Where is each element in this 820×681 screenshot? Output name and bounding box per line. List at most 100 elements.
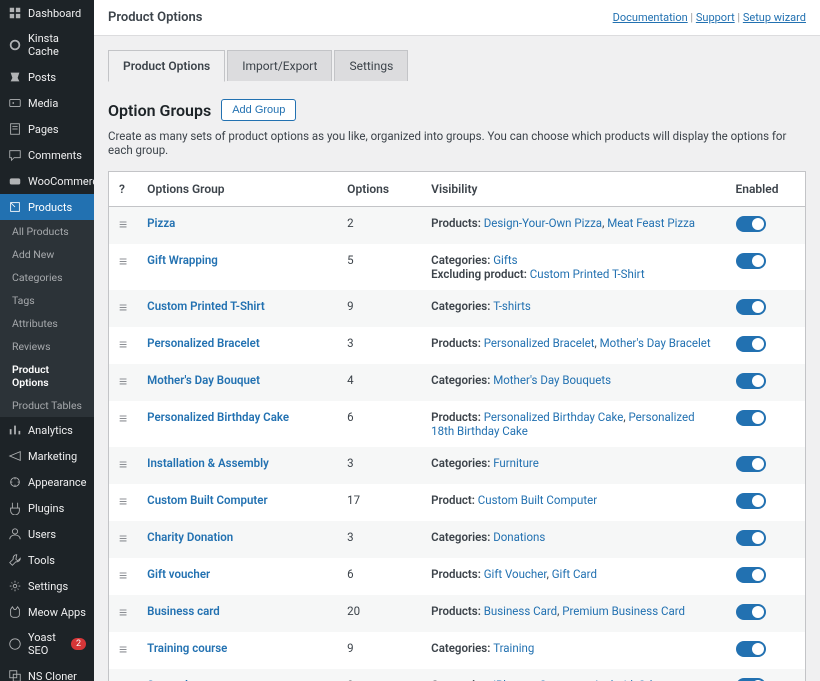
wizard-link[interactable]: Setup wizard: [743, 11, 806, 24]
sidebar-item-ns-cloner[interactable]: NS Cloner: [0, 663, 94, 681]
submenu-item-product-options[interactable]: Product Options: [0, 358, 94, 394]
add-group-button[interactable]: Add Group: [221, 99, 296, 121]
visibility-link[interactable]: Gifts: [493, 253, 517, 267]
group-name-link[interactable]: Charity Donation: [147, 530, 233, 544]
visibility-link[interactable]: Custom Built Computer: [478, 493, 597, 507]
submenu-item-tags[interactable]: Tags: [0, 289, 94, 312]
visibility-link[interactable]: Custom Printed T-Shirt: [530, 267, 645, 281]
enabled-toggle[interactable]: [736, 456, 766, 472]
enabled-toggle[interactable]: [736, 336, 766, 352]
sidebar-item-users[interactable]: Users: [0, 521, 94, 547]
visibility-link[interactable]: Gift Voucher: [484, 567, 547, 581]
visibility-link[interactable]: Meat Feast Pizza: [607, 216, 695, 230]
group-name-link[interactable]: Training course: [147, 641, 227, 655]
enabled-toggle[interactable]: [736, 641, 766, 657]
th-visibility[interactable]: Visibility: [421, 172, 725, 207]
th-name[interactable]: Options Group: [137, 172, 337, 207]
options-count: 20: [337, 595, 421, 632]
enabled-toggle[interactable]: [736, 253, 766, 269]
visibility-link[interactable]: Business Card: [484, 604, 557, 618]
visibility-link[interactable]: Personalized Bracelet: [484, 336, 595, 350]
sidebar-item-meow-apps[interactable]: Meow Apps: [0, 599, 94, 625]
group-name-link[interactable]: Personalized Bracelet: [147, 336, 260, 350]
visibility-link[interactable]: Furniture: [493, 456, 539, 470]
media-icon: [8, 96, 22, 110]
sidebar-item-yoast-seo[interactable]: Yoast SEO2: [0, 625, 94, 663]
group-name-link[interactable]: Business card: [147, 604, 220, 618]
drag-handle-icon[interactable]: ≡: [119, 254, 127, 270]
drag-handle-icon[interactable]: ≡: [119, 531, 127, 547]
tools-icon: [8, 553, 22, 567]
group-name-link[interactable]: Pizza: [147, 216, 175, 230]
submenu-item-reviews[interactable]: Reviews: [0, 335, 94, 358]
tab-import-export[interactable]: Import/Export: [227, 50, 332, 81]
visibility-link[interactable]: Mother's Day Bracelet: [600, 336, 711, 350]
doc-link[interactable]: Documentation: [613, 11, 688, 24]
group-name-link[interactable]: Personalized Birthday Cake: [147, 410, 289, 424]
submenu-item-all-products[interactable]: All Products: [0, 220, 94, 243]
enabled-toggle[interactable]: [736, 410, 766, 426]
enabled-toggle[interactable]: [736, 567, 766, 583]
drag-handle-icon[interactable]: ≡: [119, 300, 127, 316]
tab-settings[interactable]: Settings: [334, 50, 408, 81]
page-header: Product Options Documentation | Support …: [94, 0, 820, 36]
sidebar-item-analytics[interactable]: Analytics: [0, 417, 94, 443]
submenu-item-categories[interactable]: Categories: [0, 266, 94, 289]
enabled-toggle[interactable]: [736, 493, 766, 509]
drag-handle-icon[interactable]: ≡: [119, 494, 127, 510]
visibility-link[interactable]: Design-Your-Own Pizza: [484, 216, 602, 230]
submenu-item-add-new[interactable]: Add New: [0, 243, 94, 266]
sidebar-item-dashboard[interactable]: Dashboard: [0, 0, 94, 26]
sidebar-item-kinsta-cache[interactable]: Kinsta Cache: [0, 26, 94, 64]
group-name-link[interactable]: Custom Printed T-Shirt: [147, 299, 265, 313]
group-name-link[interactable]: Installation & Assembly: [147, 456, 269, 470]
th-options[interactable]: Options: [337, 172, 421, 207]
visibility-link[interactable]: Gift Card: [552, 567, 597, 581]
drag-handle-icon[interactable]: ≡: [119, 337, 127, 353]
drag-handle-icon[interactable]: ≡: [119, 374, 127, 390]
submenu-item-product-tables[interactable]: Product Tables: [0, 394, 94, 417]
visibility-link[interactable]: Donations: [493, 530, 545, 544]
enabled-toggle[interactable]: [736, 530, 766, 546]
sidebar-item-comments[interactable]: Comments: [0, 142, 94, 168]
sidebar-item-pages[interactable]: Pages: [0, 116, 94, 142]
enabled-toggle[interactable]: [736, 604, 766, 620]
visibility-label: Products:: [431, 216, 484, 230]
visibility-label: Products:: [431, 410, 484, 424]
sidebar-item-plugins[interactable]: Plugins: [0, 495, 94, 521]
tab-product-options[interactable]: Product Options: [108, 50, 225, 82]
visibility-link[interactable]: T-shirts: [493, 299, 531, 313]
table-row: ≡Gift Wrapping5Categories: GiftsExcludin…: [109, 244, 806, 290]
options-count: 6: [337, 558, 421, 595]
sidebar-item-appearance[interactable]: Appearance: [0, 469, 94, 495]
group-name-link[interactable]: Gift voucher: [147, 567, 210, 581]
sidebar-item-posts[interactable]: Posts: [0, 64, 94, 90]
visibility-link[interactable]: Personalized Birthday Cake: [484, 410, 624, 424]
drag-handle-icon[interactable]: ≡: [119, 457, 127, 473]
group-name-link[interactable]: Mother's Day Bouquet: [147, 373, 260, 387]
sidebar-item-products[interactable]: Products: [0, 194, 94, 220]
group-name-link[interactable]: Gift Wrapping: [147, 253, 218, 267]
enabled-toggle[interactable]: [736, 216, 766, 232]
submenu-item-attributes[interactable]: Attributes: [0, 312, 94, 335]
sidebar-item-media[interactable]: Media: [0, 90, 94, 116]
table-row: ≡Custom Built Computer17Product: Custom …: [109, 484, 806, 521]
drag-handle-icon[interactable]: ≡: [119, 605, 127, 621]
visibility-cell: Categories: Mother's Day Bouquets: [421, 364, 725, 401]
drag-handle-icon[interactable]: ≡: [119, 411, 127, 427]
sidebar-item-settings[interactable]: Settings: [0, 573, 94, 599]
sidebar-item-woocommerce[interactable]: WooCommerce: [0, 168, 94, 194]
visibility-link[interactable]: Training: [493, 641, 534, 655]
visibility-link[interactable]: Premium Business Card: [562, 604, 685, 618]
enabled-toggle[interactable]: [736, 373, 766, 389]
visibility-link[interactable]: Mother's Day Bouquets: [493, 373, 611, 387]
sidebar-item-tools[interactable]: Tools: [0, 547, 94, 573]
sidebar-item-marketing[interactable]: Marketing: [0, 443, 94, 469]
drag-handle-icon[interactable]: ≡: [119, 217, 127, 233]
drag-handle-icon[interactable]: ≡: [119, 568, 127, 584]
th-enabled[interactable]: Enabled: [726, 172, 806, 207]
support-link[interactable]: Support: [696, 11, 735, 24]
drag-handle-icon[interactable]: ≡: [119, 642, 127, 658]
group-name-link[interactable]: Custom Built Computer: [147, 493, 267, 507]
enabled-toggle[interactable]: [736, 299, 766, 315]
